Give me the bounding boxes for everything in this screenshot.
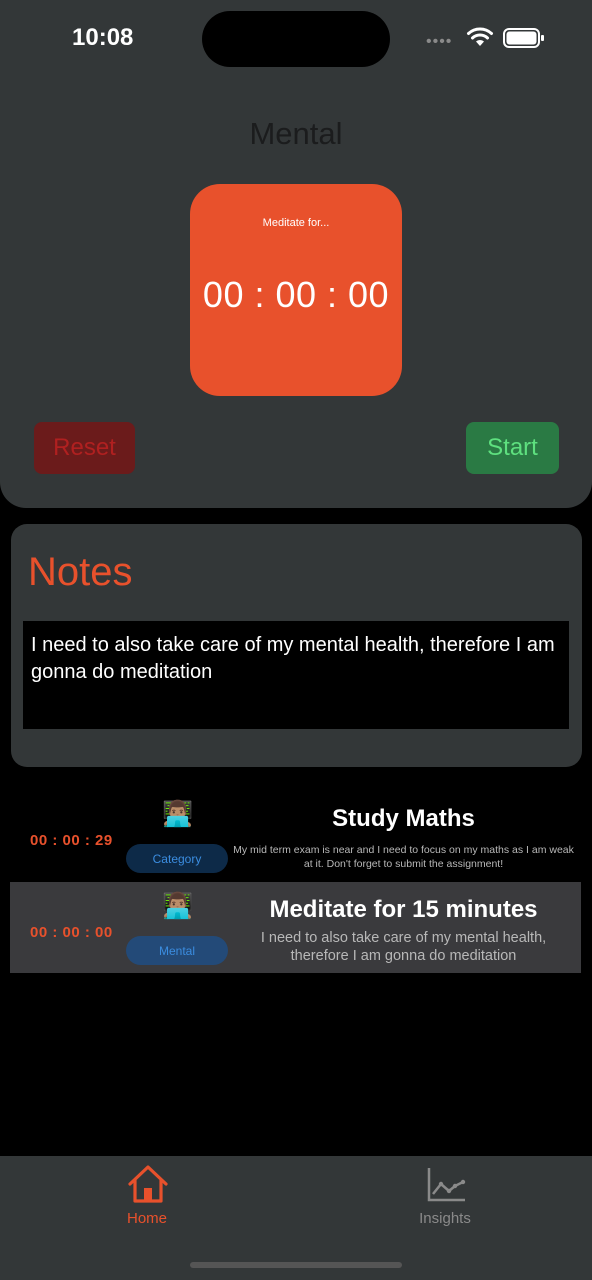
- reset-button[interactable]: Reset: [34, 422, 135, 474]
- category-badge[interactable]: Category: [126, 844, 228, 873]
- status-time: 10:08: [72, 24, 134, 51]
- task-title: Study Maths: [332, 805, 475, 832]
- tab-home-label: Home: [126, 1210, 167, 1227]
- tab-insights-label: Insights: [419, 1210, 471, 1227]
- home-icon: [128, 1165, 168, 1203]
- notes-field[interactable]: I need to also take care of my mental he…: [23, 621, 569, 729]
- task-description: My mid term exam is near and I need to f…: [233, 844, 574, 870]
- timer-display: 00 : 00 : 00: [202, 274, 390, 315]
- tab-home[interactable]: Home: [77, 1156, 217, 1236]
- page-title: Mental: [249, 116, 343, 151]
- dynamic-island: [202, 11, 390, 67]
- battery-icon: [503, 28, 544, 48]
- task-timer: 00 : 00 : 00: [30, 924, 113, 941]
- chart-icon: [427, 1168, 466, 1202]
- task-row[interactable]: 00 : 00 : 29 👨🏽‍💻 Category Study Maths M…: [10, 790, 581, 881]
- task-description: I need to also take care of my mental he…: [260, 930, 547, 964]
- notes-panel: Notes I need to also take care of my men…: [11, 524, 582, 767]
- technologist-emoji-icon: 👨🏽‍💻: [162, 800, 194, 828]
- technologist-emoji-icon: 👨🏽‍💻: [162, 892, 194, 920]
- wifi-icon: [467, 27, 493, 46]
- category-badge[interactable]: Mental: [126, 936, 228, 965]
- task-timer: 00 : 00 : 29: [30, 832, 113, 849]
- task-row[interactable]: 00 : 00 : 00 👨🏽‍💻 Mental Meditate for 15…: [10, 882, 581, 973]
- notes-title: Notes: [28, 550, 133, 594]
- start-button[interactable]: Start: [466, 422, 559, 474]
- task-title: Meditate for 15 minutes: [269, 896, 538, 923]
- signal-icon: ••••: [426, 33, 453, 50]
- home-indicator[interactable]: [190, 1262, 402, 1268]
- timer-caption: Meditate for...: [262, 217, 330, 229]
- tab-insights[interactable]: Insights: [375, 1156, 515, 1236]
- timer-card[interactable]: Meditate for... 00 : 00 : 00: [190, 184, 402, 396]
